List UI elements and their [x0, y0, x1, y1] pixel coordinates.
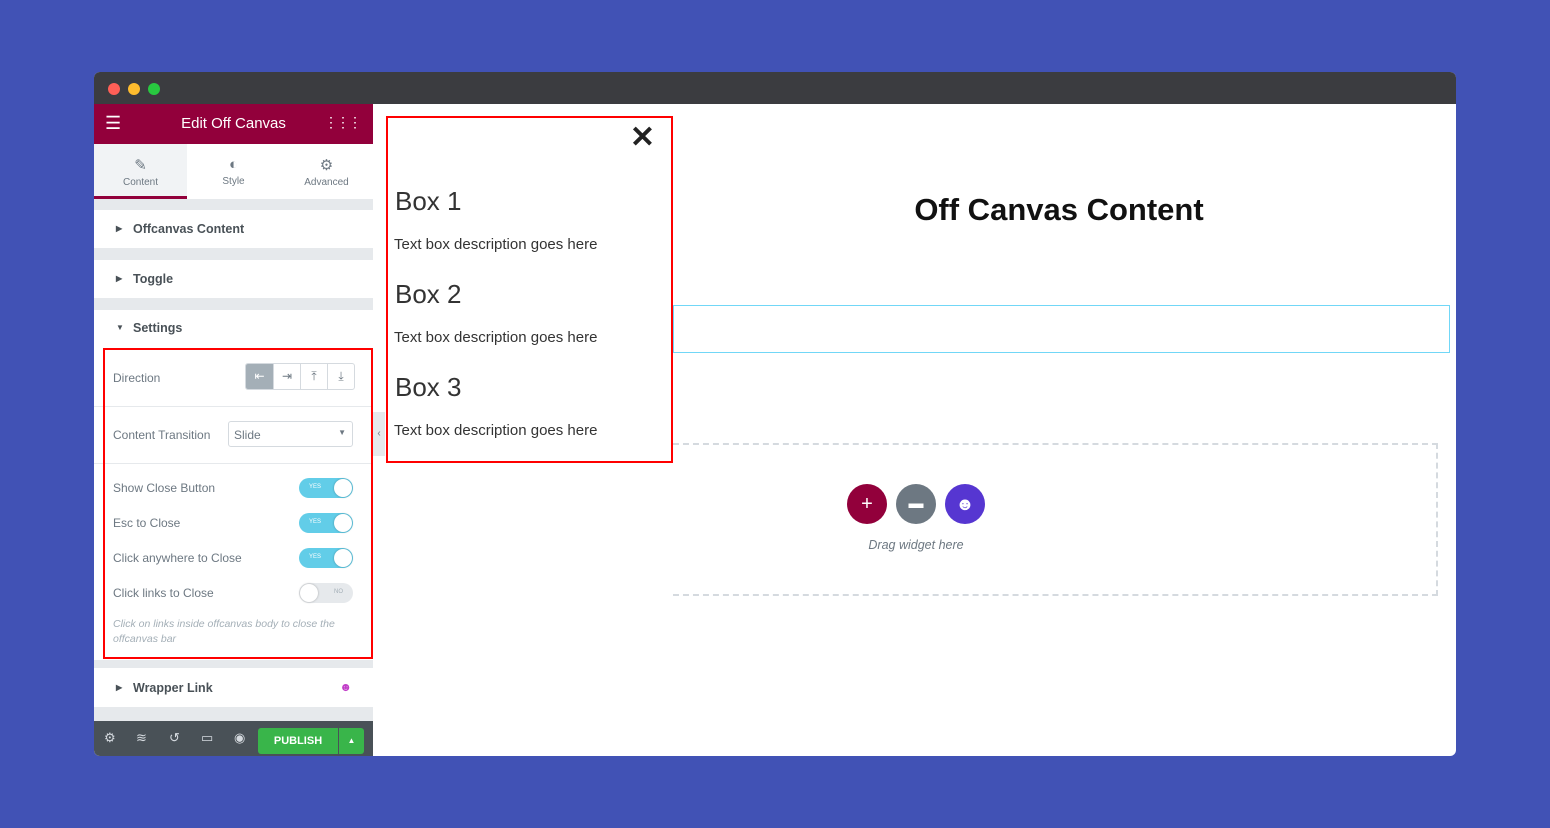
tab-label: Style	[222, 176, 245, 187]
offcanvas-panel: ✕ Box 1 Text box description goes here B…	[386, 116, 673, 463]
title-bar	[94, 72, 1456, 104]
preview-eye-icon[interactable]: ◉	[234, 730, 245, 746]
close-window-button[interactable]	[108, 83, 120, 95]
box-description: Text box description goes here	[394, 329, 598, 346]
maximize-window-button[interactable]	[148, 83, 160, 95]
tab-content[interactable]: ✎ Content	[94, 144, 187, 199]
section-toggle[interactable]: ▶ Toggle	[94, 260, 373, 298]
publish-button[interactable]: PUBLISH	[258, 728, 338, 754]
pencil-icon: ✎	[134, 157, 147, 174]
section-settings[interactable]: ▼ Settings	[94, 310, 373, 346]
editor-window: ☰ Edit Off Canvas ⋮⋮⋮ ✎ Content ◐ Style ⚙ A…	[94, 72, 1456, 756]
box-title: Box 3	[395, 372, 462, 402]
caret-right-icon: ▶	[116, 683, 123, 692]
tab-label: Content	[122, 177, 159, 188]
section-label: Offcanvas Content	[133, 222, 245, 236]
sidebar-header: ☰ Edit Off Canvas ⋮⋮⋮	[94, 104, 373, 144]
widgets-grid-icon[interactable]: ⋮⋮⋮	[324, 114, 362, 131]
box-description: Text box description goes here	[394, 422, 598, 439]
half-circle-icon: ◐	[228, 156, 239, 173]
gear-icon: ⚙	[319, 157, 334, 174]
tab-label: Advanced	[304, 177, 349, 188]
selected-widget-outline[interactable]	[673, 305, 1450, 353]
close-icon[interactable]: ✕	[630, 120, 655, 155]
box-description: Text box description goes here	[394, 236, 598, 253]
box-title: Box 2	[395, 279, 462, 309]
section-label: Wrapper Link	[133, 681, 213, 695]
settings-gear-icon[interactable]: ⚙	[104, 730, 116, 746]
drop-area[interactable]	[673, 443, 1438, 596]
publish-options-button[interactable]: ▲	[339, 728, 364, 754]
section-label: Settings	[133, 321, 183, 335]
caret-right-icon: ▶	[116, 274, 123, 283]
highlight-box	[103, 348, 373, 659]
box-title: Box 1	[395, 186, 462, 216]
history-icon[interactable]: ↺	[169, 730, 180, 746]
section-offcanvas-content[interactable]: ▶ Offcanvas Content	[94, 210, 373, 248]
template-folder-button[interactable]: ▬	[896, 484, 936, 524]
tab-advanced[interactable]: ⚙ Advanced	[280, 144, 373, 199]
page-heading: Off Canvas Content	[674, 192, 1444, 228]
add-section-button[interactable]: +	[847, 484, 887, 524]
responsive-desktop-icon[interactable]: ▭	[201, 730, 213, 746]
sidebar-footer: ⚙ ≋ ↺ ▭ ◉ PUBLISH ▲	[94, 721, 373, 756]
section-wrapper-link[interactable]: ▶ Wrapper Link ☻	[94, 668, 373, 707]
minimize-window-button[interactable]	[128, 83, 140, 95]
layers-icon[interactable]: ≋	[136, 730, 147, 746]
drop-hint: Drag widget here	[868, 538, 964, 552]
caret-right-icon: ▶	[116, 224, 123, 233]
caret-down-icon: ▼	[116, 323, 124, 332]
pro-badge-icon: ☻	[339, 680, 352, 694]
editor-sidebar: ☰ Edit Off Canvas ⋮⋮⋮ ✎ Content ◐ Style ⚙ A…	[94, 104, 373, 756]
collapse-sidebar-handle[interactable]: ‹	[373, 412, 385, 456]
section-label: Toggle	[133, 272, 174, 286]
heading-text: Off Canvas Content	[914, 192, 1204, 227]
addon-templates-button[interactable]: ☻	[945, 484, 985, 524]
tab-style[interactable]: ◐ Style	[187, 144, 280, 199]
